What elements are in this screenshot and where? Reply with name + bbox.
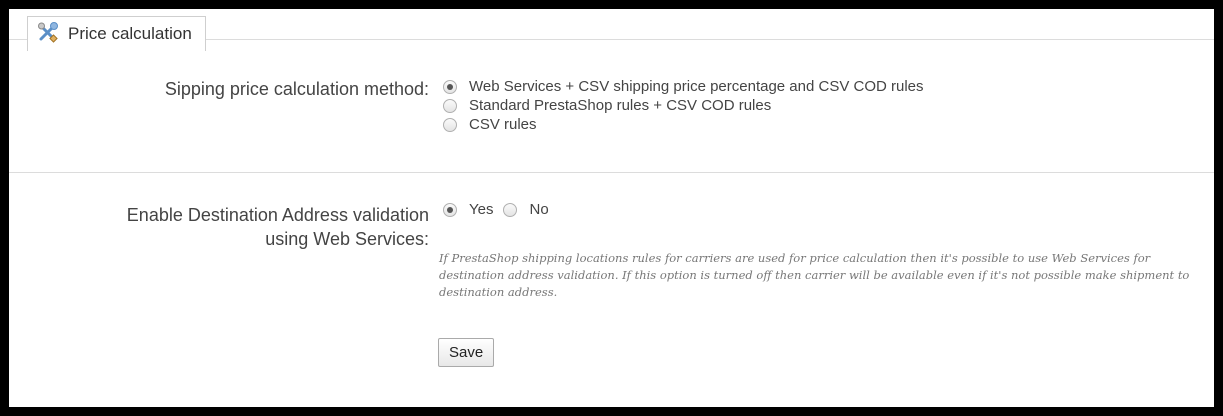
panel-legend: Price calculation — [27, 16, 206, 51]
no-label[interactable]: No — [529, 201, 548, 218]
address-validation-options: Yes No — [443, 201, 559, 218]
shipping-method-label: Sipping price calculation method: — [164, 79, 429, 99]
method-option-label: Web Services + CSV shipping price percen… — [469, 78, 924, 95]
address-validation-label-line2: using Web Services: — [265, 229, 429, 249]
radio-webservices[interactable] — [443, 79, 457, 94]
radio-yes[interactable] — [443, 202, 457, 217]
method-option-csv[interactable]: CSV rules — [443, 115, 924, 134]
method-option-label: CSV rules — [469, 116, 537, 133]
address-validation-label-line1: Enable Destination Address validation — [126, 205, 429, 225]
method-option-standard[interactable]: Standard PrestaShop rules + CSV COD rule… — [443, 96, 924, 115]
save-button[interactable]: Save — [438, 338, 495, 367]
radio-standard[interactable] — [443, 98, 457, 113]
panel-title: Price calculation — [68, 24, 192, 43]
method-option-label: Standard PrestaShop rules + CSV COD rule… — [469, 97, 772, 114]
tools-icon — [37, 21, 59, 48]
yes-label[interactable]: Yes — [469, 201, 493, 218]
radio-no[interactable] — [503, 202, 518, 217]
section-divider — [9, 172, 1214, 173]
method-option-webservices[interactable]: Web Services + CSV shipping price percen… — [443, 77, 924, 96]
shipping-method-options: Web Services + CSV shipping price percen… — [443, 77, 924, 134]
radio-csv[interactable] — [443, 117, 457, 132]
address-validation-help: If PrestaShop shipping locations rules f… — [439, 251, 1190, 299]
address-validation-label: Enable Destination Address validation us… — [127, 203, 429, 251]
settings-panel: Price calculation Sipping price calculat… — [9, 9, 1214, 407]
